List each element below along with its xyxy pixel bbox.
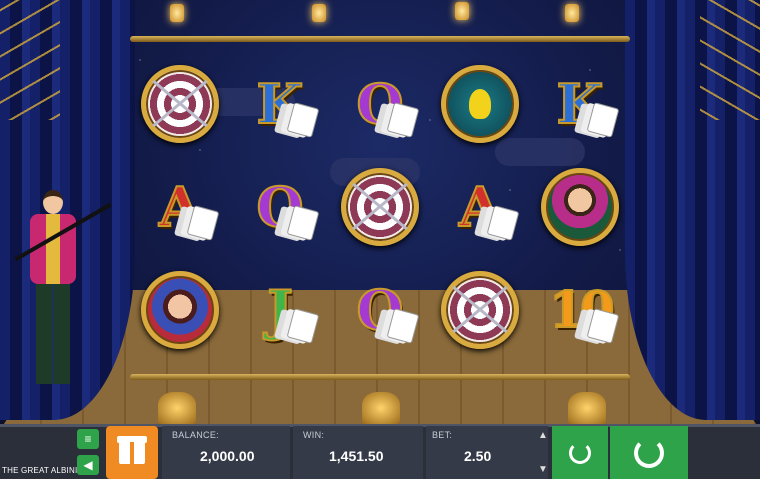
ringmaster-character [14, 190, 112, 390]
balance-panel: BALANCE: 2,000.00 [162, 426, 290, 479]
autoplay-button[interactable] [552, 426, 608, 479]
speaker-icon: ◀ [83, 458, 93, 472]
reel-top-rail [130, 36, 630, 42]
menu-button[interactable]: ≡ [77, 429, 99, 449]
ringmaster-legs [36, 284, 70, 384]
bet-increase-button[interactable]: ▲ [538, 430, 548, 441]
lamp-icon [565, 4, 579, 22]
reel-cell: J [230, 258, 330, 361]
stage-light-icon [362, 392, 400, 424]
reel-cell: Q [330, 258, 430, 361]
reel-bottom-rail [130, 374, 630, 380]
reel-cell: Q [330, 52, 430, 155]
stage-light-icon [568, 392, 606, 424]
win-value: 1,451.50 [329, 448, 384, 464]
ringmaster-head [43, 190, 63, 214]
target-symbol-icon [341, 167, 419, 246]
right-tassels [700, 0, 760, 120]
reel-cell [130, 52, 230, 155]
reel-cell: K [530, 52, 630, 155]
reel-cell: A [130, 155, 230, 258]
canary-bird-icon [469, 88, 491, 119]
reel-cell: Q [230, 155, 330, 258]
gift-button[interactable] [106, 426, 158, 479]
bet-value: 2.50 [464, 448, 492, 464]
target-symbol-icon [141, 64, 219, 143]
reel-grid: K Q K A Q A J Q 10 [130, 52, 630, 362]
autoplay-icon [569, 441, 591, 464]
gift-icon [117, 435, 147, 464]
target-symbol-icon [441, 270, 519, 349]
bet-decrease-button[interactable]: ▼ [538, 464, 548, 475]
portrait-f-symbol-icon [141, 270, 219, 349]
reel-cell: A [430, 155, 530, 258]
win-label: WIN: [303, 430, 325, 440]
win-panel: WIN: 1,451.50 [293, 426, 423, 479]
bet-label: BET: [432, 430, 453, 440]
game-stage: K Q K A Q A J Q 10 ≡ ◀ BALANCE: 2,000.00 WIN: 1,… [0, 0, 760, 479]
portrait-m-symbol-icon [541, 167, 619, 246]
stage-light-icon [158, 392, 196, 424]
balance-value: 2,000.00 [200, 448, 255, 464]
reel-cell: 10 [530, 258, 630, 361]
reel-cell [130, 258, 230, 361]
lamp-icon [312, 4, 326, 22]
reel-cell [430, 258, 530, 361]
left-tassels [0, 0, 60, 120]
menu-icon: ≡ [84, 432, 92, 446]
spin-icon [634, 437, 664, 468]
reel-cell [330, 155, 430, 258]
lamp-icon [170, 4, 184, 22]
reel-cell [430, 52, 530, 155]
bet-panel: BET: 2.50 [426, 426, 548, 479]
balance-label: BALANCE: [172, 430, 219, 440]
sound-button[interactable]: ◀ [77, 455, 99, 475]
spin-button[interactable] [610, 426, 688, 479]
reel-cell [530, 155, 630, 258]
canary-symbol-icon [441, 64, 519, 143]
lamp-icon [455, 2, 469, 20]
reel-cell: K [230, 52, 330, 155]
game-title: THE GREAT ALBINI [2, 466, 78, 475]
